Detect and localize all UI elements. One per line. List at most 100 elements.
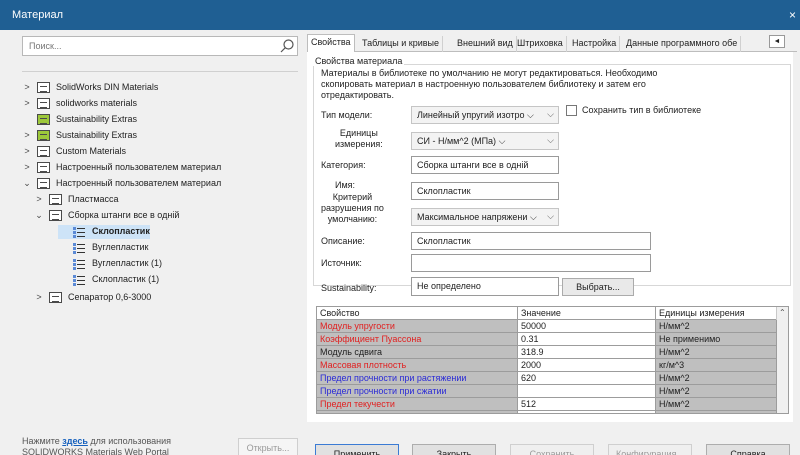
property-unit: Не применимо	[656, 333, 777, 346]
tree-item[interactable]: > Custom Materials	[22, 145, 282, 159]
chevron-right-icon[interactable]: >	[22, 98, 32, 108]
name-field[interactable]: Склопластик	[411, 182, 559, 200]
property-value[interactable]: 318.9	[518, 346, 656, 359]
save-button[interactable]: Сохранить	[510, 444, 594, 455]
grid-header-value[interactable]: Значение	[518, 307, 656, 320]
property-unit: /K	[656, 411, 777, 413]
search-input[interactable]: Поиск...	[22, 36, 298, 56]
failure-criterion-select[interactable]: Максимальное напряжени ⌵	[411, 208, 559, 226]
grid-header-unit[interactable]: Единицы измерения	[656, 307, 777, 320]
chevron-right-icon[interactable]: >	[22, 146, 32, 156]
table-row[interactable]: Предел прочности при растяжении 620 Н/мм^2	[317, 372, 777, 385]
description-field[interactable]: Склопластик	[411, 232, 651, 250]
table-row[interactable]: Коэффициент теплового расширения/K	[317, 411, 777, 413]
help-button[interactable]: Справка	[706, 444, 790, 455]
table-row[interactable]: Коэффициент Пуассона 0.31 Не применимо	[317, 333, 777, 346]
tree-item[interactable]: Склопластик (1)	[58, 273, 282, 287]
chevron-down-icon[interactable]: ⌄	[34, 210, 44, 221]
material-library-pane: Поиск... > SolidWorks DIN Materials > solid…	[16, 34, 298, 455]
chevron-right-icon[interactable]: >	[22, 82, 32, 92]
tree-item[interactable]: ⌄ Сборка штанги все в одній	[34, 209, 282, 223]
chevron-right-icon[interactable]: >	[34, 292, 44, 302]
close-icon[interactable]: ×	[789, 8, 796, 22]
tree-item[interactable]: > Сепаратор 0,6-3000	[34, 291, 282, 305]
tree-item[interactable]: > Пластмасса	[34, 193, 282, 207]
tab-5[interactable]: Данные программного обе	[623, 36, 742, 52]
tab-0[interactable]: Свойства	[307, 34, 355, 53]
library-icon	[37, 82, 50, 93]
material-icon	[73, 226, 86, 238]
table-row[interactable]: Предел прочности при сжатии Н/мм^2	[317, 385, 777, 398]
tree-item-label: Custom Materials	[56, 146, 127, 156]
property-value[interactable]: 2000	[518, 359, 656, 372]
property-value[interactable]: 0.31	[518, 333, 656, 346]
tab-scroll-left-icon[interactable]: ◄	[769, 35, 785, 48]
chevron-down-icon[interactable]: ⌄	[22, 178, 32, 189]
tree-item[interactable]: > Настроенный пользователем материал	[22, 161, 282, 175]
tab-4[interactable]: Настройка	[569, 36, 621, 52]
table-row[interactable]: Предел текучести 512 Н/мм^2	[317, 398, 777, 411]
material-icon	[73, 242, 86, 254]
tab-2[interactable]: Внешний вид	[454, 36, 517, 52]
property-unit: Н/мм^2	[656, 372, 777, 385]
units-select[interactable]: СИ - Н/мм^2 (МПа) ⌵	[411, 132, 559, 150]
material-icon	[73, 274, 86, 286]
table-row[interactable]: Массовая плотность 2000 кг/м^3	[317, 359, 777, 372]
property-value[interactable]	[518, 411, 656, 413]
tree-item[interactable]: Склопластик	[58, 225, 150, 239]
pick-button[interactable]: Выбрать...	[562, 278, 634, 296]
folder-icon	[49, 210, 62, 221]
units-value: СИ - Н/мм^2 (МПа)	[417, 136, 497, 146]
scroll-up-icon[interactable]: ⌃	[779, 308, 786, 317]
table-row[interactable]: Модуль упругости 50000 Н/мм^2	[317, 320, 777, 333]
apply-button[interactable]: Применить	[315, 444, 399, 455]
description-line-1: Материалы в библиотеке по умолчанию не м…	[321, 68, 658, 78]
open-button[interactable]: Открыть...	[238, 438, 298, 455]
tree-item[interactable]: > SolidWorks DIN Materials	[22, 81, 282, 95]
property-value[interactable]: 512	[518, 398, 656, 411]
tree-item[interactable]: Sustainability Extras	[22, 113, 282, 127]
tree-item[interactable]: Вуглепластик	[58, 241, 282, 255]
failure-criterion-label: Критерий разрушения по умолчанию:	[321, 192, 384, 225]
units-label: Единицы измерения:	[335, 128, 383, 150]
property-value[interactable]: 620	[518, 372, 656, 385]
tree-item[interactable]: Вуглепластик (1)	[58, 257, 282, 271]
tab-strip: Свойства Таблицы и кривые Внешний вид Штрих…	[307, 34, 797, 53]
property-name: Модуль сдвига	[317, 346, 518, 359]
tree-item[interactable]: > Sustainability Extras	[22, 129, 282, 143]
chevron-right-icon[interactable]: >	[22, 162, 32, 172]
tree-item[interactable]: ⌄ Настроенный пользователем материал	[22, 177, 282, 191]
save-type-checkbox[interactable]	[566, 105, 577, 116]
tree-item[interactable]: > solidworks materials	[22, 97, 282, 111]
tree-item-label: Sustainability Extras	[56, 114, 138, 124]
tree-item-label: Пластмасса	[68, 194, 119, 204]
grid-scrollbar[interactable]: ⌃	[776, 307, 788, 413]
tab-1[interactable]: Таблицы и кривые	[359, 36, 444, 52]
units-label-l1: Единицы	[339, 128, 378, 138]
close-button[interactable]: Закрыть	[412, 444, 496, 455]
search-icon[interactable]	[279, 38, 295, 54]
category-field[interactable]: Сборка штанги все в одній	[411, 156, 559, 174]
tree-item-label: Сепаратор 0,6-3000	[68, 292, 152, 302]
chevron-right-icon[interactable]: >	[34, 194, 44, 204]
model-type-select[interactable]: Линейный упругий изотро ⌵	[411, 106, 559, 124]
sustainability-field[interactable]: Не определено	[411, 277, 559, 296]
tree-item-label: Настроенный пользователем материал	[56, 178, 222, 188]
criterion-label-l3: умолчанию:	[327, 214, 378, 224]
hint-line2: SOLIDWORKS Materials Web Portal	[22, 447, 169, 455]
library-icon	[37, 114, 50, 125]
tab-3[interactable]: Штриховка	[514, 36, 567, 52]
chevron-right-icon[interactable]: >	[22, 130, 32, 140]
grid-header-property[interactable]: Свойство	[317, 307, 518, 320]
table-row[interactable]: Модуль сдвига 318.9 Н/мм^2	[317, 346, 777, 359]
property-name: Модуль упругости	[317, 320, 518, 333]
source-field[interactable]	[411, 254, 651, 272]
property-unit: кг/м^3	[656, 359, 777, 372]
name-label: Имя:	[335, 180, 356, 190]
material-icon	[73, 258, 86, 270]
library-description: Материалы в библиотеке по умолчанию не м…	[321, 68, 741, 101]
property-value[interactable]: 50000	[518, 320, 656, 333]
property-value[interactable]	[518, 385, 656, 398]
web-portal-link[interactable]: здесь	[62, 436, 88, 446]
configuration-button[interactable]: Конфигурация...	[608, 444, 692, 455]
